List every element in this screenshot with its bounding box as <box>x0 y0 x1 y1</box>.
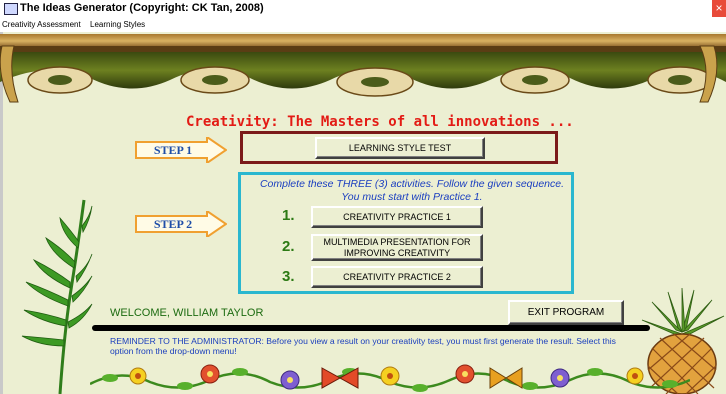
flower-border <box>90 364 690 392</box>
activity-number-1: 1. <box>282 207 295 224</box>
window-title: The Ideas Generator (Copyright: CK Tan, … <box>20 2 264 14</box>
menu-learning-styles[interactable]: Learning Styles <box>90 20 145 29</box>
creativity-practice-2-button[interactable]: CREATIVITY PRACTICE 2 <box>311 266 483 288</box>
app-window: The Ideas Generator (Copyright: CK Tan, … <box>0 0 726 394</box>
step2-instructions: Complete these THREE (3) activities. Fol… <box>259 178 565 203</box>
step2-arrow: STEP 2 <box>135 209 228 239</box>
step1-panel: LEARNING STYLE TEST <box>240 131 558 164</box>
menu-creativity-assessment[interactable]: Creativity Assessment <box>2 20 81 29</box>
divider-bar <box>92 325 650 331</box>
app-icon <box>4 3 18 15</box>
page-headline: Creativity: The Masters of all innovatio… <box>186 114 574 130</box>
menu-bar: Creativity Assessment Learning Styles <box>0 18 726 32</box>
step1-label: STEP 1 <box>153 143 193 157</box>
title-bar[interactable]: The Ideas Generator (Copyright: CK Tan, … <box>0 0 726 19</box>
welcome-message: WELCOME, WILLIAM TAYLOR <box>110 307 264 319</box>
creativity-practice-1-button[interactable]: CREATIVITY PRACTICE 1 <box>311 206 483 228</box>
close-icon[interactable]: × <box>712 0 726 17</box>
leaf-vine <box>21 199 93 394</box>
learning-style-test-button[interactable]: LEARNING STYLE TEST <box>315 137 485 159</box>
step1-arrow: STEP 1 <box>135 135 228 165</box>
exit-program-button[interactable]: EXIT PROGRAM <box>508 300 624 325</box>
awning-decoration <box>0 34 726 103</box>
step2-label: STEP 2 <box>153 217 193 231</box>
admin-reminder: REMINDER TO THE ADMINISTRATOR: Before yo… <box>110 336 616 356</box>
activity-number-3: 3. <box>282 268 295 285</box>
multimedia-presentation-button[interactable]: MULTIMEDIA PRESENTATION FOR IMPROVING CR… <box>311 234 483 261</box>
activity-number-2: 2. <box>282 238 295 255</box>
